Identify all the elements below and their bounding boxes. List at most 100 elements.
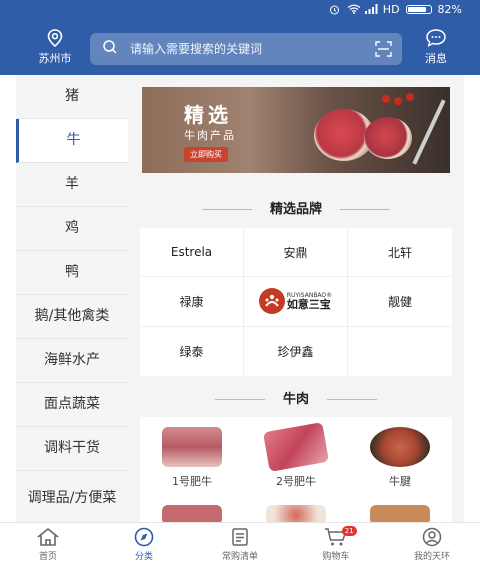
brand-item[interactable]: 禄康	[140, 277, 244, 327]
banner-buy-button[interactable]: 立即购买	[184, 147, 228, 162]
sidebar-item-pork[interactable]: 猪	[16, 75, 128, 119]
brand-item-ruyisanbao[interactable]: RUYISANBAO® 如意三宝	[244, 277, 348, 327]
signal-icon	[364, 4, 378, 14]
tomato-image	[406, 93, 414, 101]
sidebar-item-prepared-food[interactable]: 调理品/方便菜	[16, 471, 128, 522]
battery-icon	[405, 4, 432, 14]
divider	[201, 209, 252, 210]
divider	[327, 399, 377, 400]
ruyisanbao-logo-icon	[258, 288, 285, 315]
product-name: 1号肥牛	[172, 475, 212, 488]
battery-percent: 82%	[437, 2, 462, 16]
tab-label: 我的天环	[413, 552, 450, 562]
sidebar-item-lamb[interactable]: 羊	[16, 163, 128, 207]
tab-frequent-list[interactable]: 常购清单	[192, 523, 288, 566]
tab-cart[interactable]: 21 购物车	[288, 523, 384, 566]
tomato-image	[394, 97, 402, 105]
battery-level	[407, 6, 426, 12]
status-bar: HD 82%	[0, 0, 480, 18]
sidebar-item-label: 羊	[65, 176, 79, 193]
tab-category[interactable]: 分类	[96, 523, 192, 566]
sidebar-item-seasoning[interactable]: 调料干货	[16, 427, 128, 471]
steak-image	[364, 117, 412, 159]
product-image	[370, 505, 430, 522]
chat-bubble-icon	[426, 29, 446, 48]
banner-title: 精选	[184, 103, 232, 127]
brands-section-header: 精选品牌	[128, 198, 464, 217]
search-bar[interactable]	[90, 33, 402, 65]
sidebar-item-duck[interactable]: 鸭	[16, 251, 128, 295]
ruyisanbao-logo-text: RUYISANBAO® 如意三宝	[286, 292, 332, 311]
promo-banner[interactable]: 精选 牛肉产品 立即购买	[142, 87, 450, 173]
scan-icon[interactable]	[375, 41, 392, 61]
divider	[214, 399, 265, 400]
product-card[interactable]: 1号肥牛	[140, 427, 244, 489]
sidebar-item-label: 面点蔬菜	[44, 396, 100, 413]
sidebar-item-label: 鸡	[65, 220, 79, 237]
product-image	[162, 505, 222, 522]
tab-label: 常购清单	[221, 552, 258, 562]
search-input[interactable]	[130, 42, 350, 56]
sidebar-item-label: 调理品/方便菜	[27, 490, 117, 507]
product-image	[370, 427, 430, 467]
divider	[340, 209, 390, 210]
alarm-icon	[329, 4, 341, 15]
user-icon	[422, 527, 442, 547]
brand-item[interactable]: 安鼎	[244, 228, 348, 278]
tab-label: 首页	[38, 552, 57, 562]
wifi-icon	[347, 4, 361, 14]
product-image	[262, 422, 330, 472]
sidebar-item-seafood[interactable]: 海鲜水产	[16, 339, 128, 383]
product-image	[266, 505, 326, 522]
cart-count-badge: 21	[341, 526, 357, 536]
brand-item[interactable]: 珍伊鑫	[244, 326, 348, 376]
product-image	[162, 427, 222, 467]
product-name: 牛腱	[389, 475, 411, 488]
sidebar-item-goose-poultry[interactable]: 鹅/其他禽类	[16, 295, 128, 339]
location-label: 苏州市	[38, 52, 72, 65]
banner-subtitle: 牛肉产品	[184, 129, 236, 142]
location-selector[interactable]: 苏州市	[30, 28, 80, 66]
category-sidebar: 猪 牛 羊 鸡 鸭 鹅/其他禽类 海鲜水产 面点蔬菜 调料干货 调理品/方便菜	[16, 75, 128, 522]
sidebar-item-label: 海鲜水产	[44, 352, 100, 369]
messages-label: 消息	[425, 52, 447, 65]
compass-icon	[134, 527, 154, 547]
product-grid: 1号肥牛 2号肥牛 牛腱	[140, 417, 452, 522]
section-title: 精选品牌	[269, 202, 322, 217]
tab-profile[interactable]: 我的天环	[384, 523, 480, 566]
sidebar-item-label: 牛	[66, 132, 81, 149]
product-card[interactable]: 牛腱	[348, 427, 452, 489]
brand-item[interactable]: 绿泰	[140, 326, 244, 376]
category-content: 精选 牛肉产品 立即购买 精选品牌 Estrela 安鼎 北轩 禄康 RUYIS…	[128, 75, 464, 522]
home-icon	[37, 527, 59, 546]
sidebar-item-label: 鹅/其他禽类	[34, 308, 110, 325]
list-icon	[232, 528, 248, 546]
sidebar-item-pastry-vegetables[interactable]: 面点蔬菜	[16, 383, 128, 427]
tab-label: 购物车	[322, 552, 350, 562]
search-icon	[102, 39, 118, 59]
beef-section-header: 牛肉	[128, 388, 464, 407]
sidebar-item-beef[interactable]: 牛	[16, 119, 128, 163]
brand-item-empty	[348, 327, 452, 376]
logo-chinese: 如意三宝	[286, 297, 331, 311]
brand-item[interactable]: 北轩	[348, 228, 452, 278]
product-name: 2号肥牛	[276, 475, 316, 488]
bottom-tab-bar: 首页 分类 常购清单 21 购物车 我的天环	[0, 522, 480, 566]
network-type: HD	[382, 2, 400, 16]
brand-grid: Estrela 安鼎 北轩 禄康 RUYISANBAO® 如意三宝 靓健 绿泰 …	[140, 228, 452, 376]
tab-home[interactable]: 首页	[0, 523, 96, 566]
location-pin-icon	[47, 29, 63, 48]
fork-image	[412, 99, 446, 165]
brand-item[interactable]: 靓健	[348, 277, 452, 327]
section-title: 牛肉	[282, 392, 309, 407]
product-card[interactable]: 2号肥牛	[244, 422, 348, 489]
messages-button[interactable]: 消息	[414, 28, 458, 66]
app-header: 苏州市 消息	[0, 18, 480, 75]
sidebar-item-label: 猪	[65, 88, 79, 105]
sidebar-item-label: 鸭	[65, 264, 79, 281]
brand-item[interactable]: Estrela	[140, 228, 244, 278]
sidebar-item-label: 调料干货	[44, 440, 100, 457]
sidebar-item-chicken[interactable]: 鸡	[16, 207, 128, 251]
tab-label: 分类	[134, 552, 153, 562]
tomato-image	[382, 95, 390, 103]
